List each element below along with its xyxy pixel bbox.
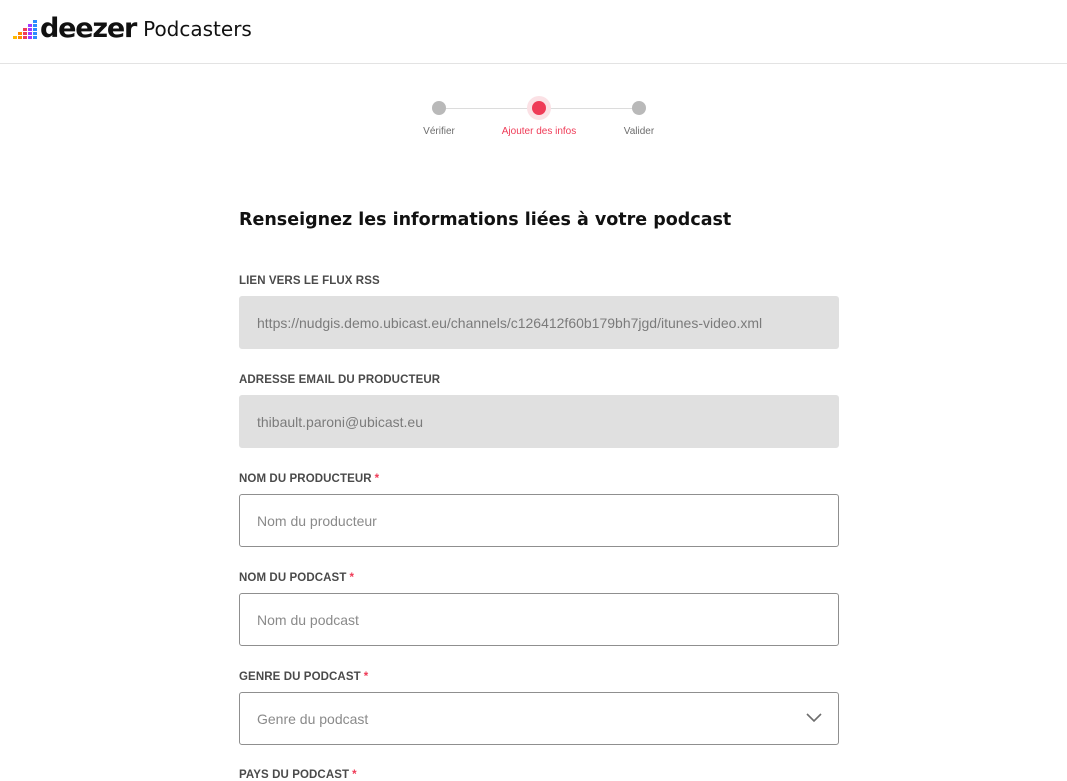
podcast-name-label: NOM DU PODCAST * (239, 572, 354, 584)
podcast-country-label: PAYS DU PODCAST * (239, 769, 357, 781)
podcast-genre-placeholder: Genre du podcast (257, 710, 369, 727)
rss-value: https://nudgis.demo.ubicast.eu/channels/… (257, 314, 763, 331)
producer-name-label: NOM DU PRODUCTEUR * (239, 473, 379, 485)
podcast-name-label-text: NOM DU PODCAST (239, 572, 347, 584)
chevron-down-icon (806, 713, 822, 723)
top-header: deezer Podcasters (0, 0, 1067, 64)
rss-label: LIEN VERS LE FLUX RSS (239, 275, 380, 287)
step-label-verify: Vérifier (423, 126, 455, 137)
podcast-genre-select[interactable]: Genre du podcast (239, 692, 839, 745)
podcast-genre-label-text: GENRE DU PODCAST (239, 671, 361, 683)
email-label: ADRESSE EMAIL DU PRODUCTEUR (239, 374, 441, 386)
podcast-country-label-text: PAYS DU PODCAST (239, 769, 350, 781)
step-dot-add-info (532, 101, 546, 115)
producer-name-input[interactable]: Nom du producteur (239, 494, 839, 547)
email-value: thibault.paroni@ubicast.eu (257, 413, 423, 430)
podcast-genre-label: GENRE DU PODCAST * (239, 671, 368, 683)
step-label-add-info: Ajouter des infos (501, 126, 577, 137)
deezer-equalizer-icon (13, 17, 37, 39)
product-name: Podcasters (143, 17, 252, 41)
form-title: Renseignez les informations liées à votr… (239, 210, 732, 230)
required-marker: * (349, 572, 355, 584)
brand-name: deezer (40, 13, 137, 44)
deezer-logo[interactable]: deezer Podcasters (13, 14, 252, 44)
producer-name-placeholder: Nom du producteur (257, 512, 377, 529)
required-marker: * (363, 671, 369, 683)
podcast-name-placeholder: Nom du podcast (257, 611, 359, 628)
rss-field: https://nudgis.demo.ubicast.eu/channels/… (239, 296, 839, 349)
required-marker: * (352, 769, 357, 781)
required-marker: * (374, 473, 380, 485)
producer-name-label-text: NOM DU PRODUCTEUR (239, 473, 372, 485)
email-field: thibault.paroni@ubicast.eu (239, 395, 839, 448)
step-dot-validate (632, 101, 646, 115)
step-label-validate: Valider (623, 126, 655, 137)
step-dot-verify (432, 101, 446, 115)
podcast-name-input[interactable]: Nom du podcast (239, 593, 839, 646)
